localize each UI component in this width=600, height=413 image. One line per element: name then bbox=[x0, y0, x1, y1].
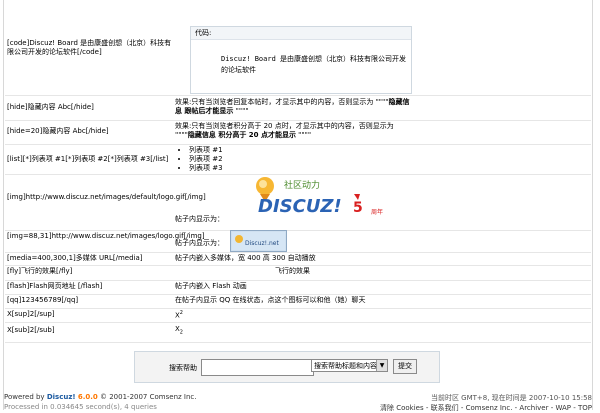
footer-links[interactable]: 清除 Cookies - 联系我们 - Comsenz Inc. - Archi… bbox=[380, 403, 592, 413]
discuz-logo-icon: 社区动力 DISCUZ! 5 周年 bbox=[256, 177, 383, 217]
sup-exponent: 2 bbox=[179, 310, 183, 316]
page-footer: Powered by Discuz! 6.0.0 © 2001-2007 Com… bbox=[0, 388, 600, 413]
powered-label: Powered by bbox=[4, 393, 45, 401]
rendered-list: 列表项 #1 列表项 #2 列表项 #3 bbox=[177, 146, 412, 173]
hide-row-syntax: [hide]隐藏内容 Abc[/hide] bbox=[7, 103, 94, 111]
table-row: [media=400,300,1]多媒体 URL[/media] 帖子内嵌入多媒… bbox=[5, 252, 591, 266]
table-row: [hide]隐藏内容 Abc[/hide] 效果:只有当浏览者回复本帖时，才显示… bbox=[5, 95, 591, 121]
code-block-body: Discuz! Board 是由康盛创想（北京）科技有限公司开发的论坛软件 bbox=[221, 55, 407, 74]
search-label: 搜索帮助 bbox=[169, 364, 197, 372]
table-row: [fly]飞行的效果[/fly] 飞行的效果 bbox=[5, 265, 591, 281]
qq-row-syntax: [qq]123456789[/qq] bbox=[7, 296, 79, 304]
discuz-small-logo-image: Discuz!.net bbox=[230, 230, 287, 252]
code-block-title: 代码: bbox=[191, 27, 411, 40]
version-label: 6.0.0 bbox=[77, 393, 98, 401]
time-info: 当前时区 GMT+8, 现在时间是 2007-10-10 15:58 bbox=[430, 394, 592, 402]
sub-row-syntax: X[sub]2[/sub] bbox=[7, 326, 55, 334]
powered-by: Powered by Discuz! 6.0.0 © 2001-2007 Com… bbox=[4, 393, 196, 401]
company-link[interactable]: Comsenz Inc. bbox=[150, 393, 197, 401]
page-frame: [code]Discuz! Board 是由康盛创想（北京）科技有限公司开发的论… bbox=[0, 0, 600, 413]
logo-tagline: 社区动力 bbox=[284, 179, 320, 191]
brand-link[interactable]: Discuz! bbox=[47, 393, 76, 401]
media-row-effect: 帖子内嵌入多媒体，宽 400 高 300 自动播放 bbox=[175, 254, 316, 262]
list-row-effect: 列表项 #1 列表项 #2 列表项 #3 bbox=[177, 146, 412, 173]
img-row-syntax: [img]http://www.discuz.net/images/defaul… bbox=[7, 193, 206, 201]
hide-row-effect: 效果:只有当浏览者回复本帖时，才显示其中的内容，否则显示为 """"隐藏信息 跟… bbox=[175, 98, 410, 116]
sup-row-effect: X2 bbox=[175, 309, 410, 320]
table-row: [list][*]列表项 #1[*]列表项 #2[*]列表项 #3[/list]… bbox=[5, 144, 591, 175]
fly-row-effect: 飞行的效果 bbox=[275, 267, 310, 275]
small-logo-icon: Discuz!.net bbox=[232, 232, 285, 250]
submit-button[interactable]: 提交 bbox=[393, 359, 417, 374]
fly-row-syntax: [fly]飞行的效果[/fly] bbox=[7, 267, 73, 275]
chevron-down-icon[interactable]: ▼ bbox=[376, 360, 387, 371]
hide20-row-effect-suffix: """" bbox=[295, 131, 312, 139]
code-row-syntax: [code]Discuz! Board 是由康盛创想（北京）科技有限公司开发的论… bbox=[7, 39, 172, 56]
small-logo-text: Discuz!.net bbox=[245, 240, 279, 247]
list-item: 列表项 #2 bbox=[189, 155, 412, 164]
hide20-row-hidden-label: 隐藏信息 积分高于 20 点才能显示 bbox=[187, 131, 296, 139]
code-block: 代码: Discuz! Board 是由康盛创想（北京）科技有限公司开发的论坛软… bbox=[190, 26, 412, 94]
sub-row-effect: X2 bbox=[175, 325, 410, 337]
search-input[interactable] bbox=[201, 359, 314, 376]
left-border bbox=[3, 0, 4, 410]
media-row-syntax: [media=400,300,1]多媒体 URL[/media] bbox=[7, 254, 143, 262]
table-row: X[sup]2[/sup] X2 bbox=[5, 308, 591, 323]
table-row: X[sub]2[/sub] X2 bbox=[5, 322, 591, 343]
table-row: [hide=20]隐藏内容 Abc[/hide] 效果:只有当浏览者积分高于 2… bbox=[5, 120, 591, 145]
search-scope-value: 搜索帮助标题和内容 bbox=[314, 362, 377, 370]
img-size-row-effect: 帖子内显示为： bbox=[175, 239, 224, 247]
hide-row-effect-text: 效果:只有当浏览者回复本帖时，才显示其中的内容，否则显示为 """" bbox=[175, 98, 389, 106]
logo-badge-number: 5 bbox=[353, 200, 363, 216]
table-row: [flash]Flash网页地址 [/flash] 帖子内嵌入 Flash 动画 bbox=[5, 280, 591, 295]
list-item: 列表项 #1 bbox=[189, 146, 412, 155]
copyright-text: © 2001-2007 bbox=[100, 393, 148, 401]
logo-wordmark: DISCUZ! bbox=[258, 196, 342, 217]
discuz-logo-image: 社区动力 DISCUZ! 5 周年 bbox=[250, 172, 390, 228]
hide-row-effect-suffix: """" bbox=[233, 107, 249, 115]
img-size-row-syntax: [img=88,31]http://www.discuz.net/images/… bbox=[7, 232, 205, 240]
sub-subscript: 2 bbox=[179, 329, 183, 336]
flash-row-effect: 帖子内嵌入 Flash 动画 bbox=[175, 282, 247, 290]
list-row-syntax: [list][*]列表项 #1[*]列表项 #2[*]列表项 #3[/list] bbox=[7, 155, 169, 163]
help-search-form: 搜索帮助 搜索帮助标题和内容 ▼ 提交 bbox=[134, 351, 440, 383]
sup-row-syntax: X[sup]2[/sup] bbox=[7, 310, 55, 318]
search-scope-select[interactable]: 搜索帮助标题和内容 ▼ bbox=[311, 359, 388, 372]
flash-row-syntax: [flash]Flash网页地址 [/flash] bbox=[7, 282, 103, 290]
qq-row-effect: 在帖子内显示 QQ 在线状态，点这个图标可以和他（她）聊天 bbox=[175, 296, 366, 304]
right-border bbox=[592, 0, 593, 410]
hide20-row-syntax: [hide=20]隐藏内容 Abc[/hide] bbox=[7, 127, 109, 135]
table-row: [img=88,31]http://www.discuz.net/images/… bbox=[5, 230, 591, 253]
logo-badge-sub: 周年 bbox=[371, 208, 383, 216]
hide20-row-effect: 效果:只有当浏览者积分高于 20 点时，才显示其中的内容，否则显示为 """"隐… bbox=[175, 122, 410, 140]
bbcode-help-table: [code]Discuz! Board 是由康盛创想（北京）科技有限公司开发的论… bbox=[5, 0, 591, 345]
table-row: [qq]123456789[/qq] 在帖子内显示 QQ 在线状态，点这个图标可… bbox=[5, 294, 591, 309]
